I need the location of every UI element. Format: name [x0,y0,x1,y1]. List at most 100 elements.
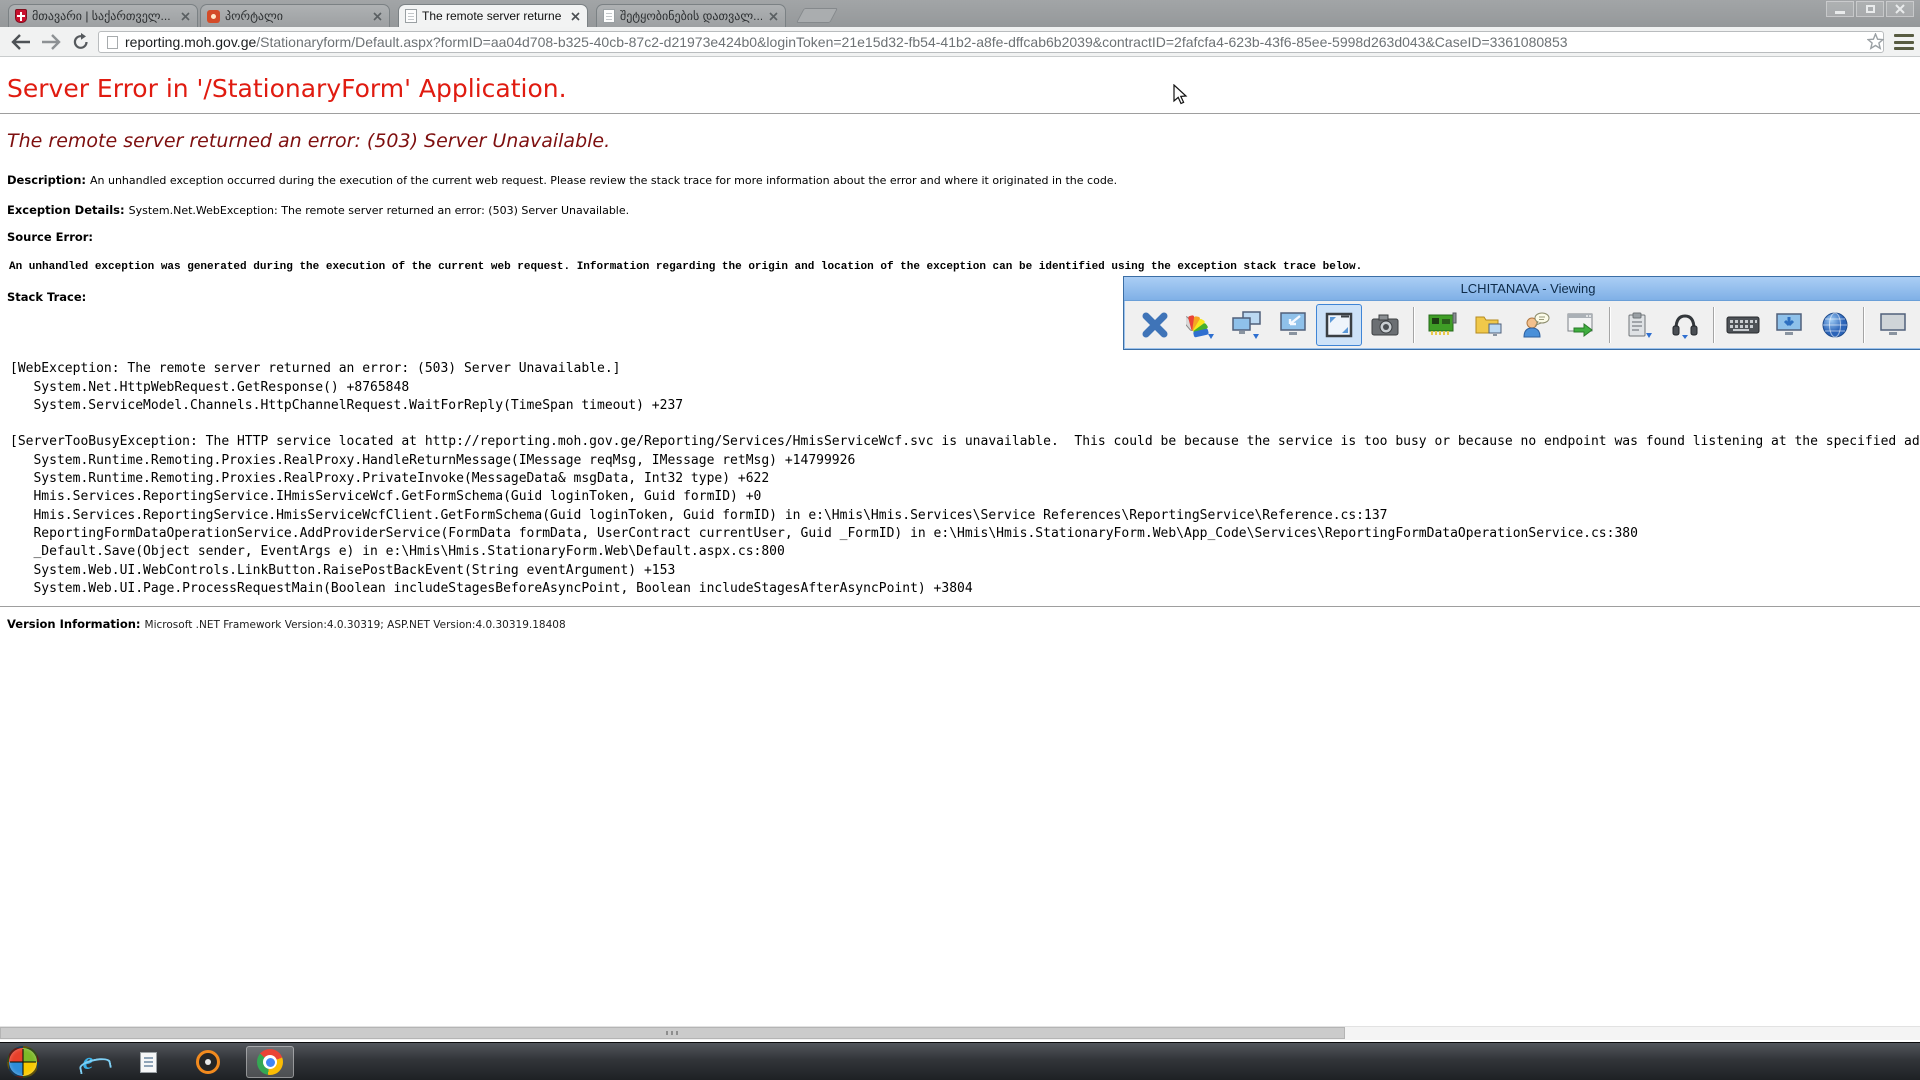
minimize-button[interactable] [1826,1,1854,17]
reload-icon [72,33,90,51]
taskbar-ie-button[interactable]: e [64,1046,112,1078]
bookmark-star-button[interactable] [1867,33,1884,55]
audio-button[interactable] [1662,304,1708,346]
toolbar-separator [1713,307,1715,343]
window-transfer-button[interactable] [1558,304,1604,346]
error-page: Server Error in '/StationaryForm' Applic… [0,57,1920,1026]
tab-error-active[interactable]: The remote server returne [398,4,588,27]
toolbar-separator [1609,307,1611,343]
maximize-button[interactable] [1856,1,1884,17]
close-window-button[interactable] [1886,1,1914,17]
url-bar[interactable]: reporting.moh.gov.ge/Stationaryform/Defa… [98,31,1884,53]
tab-label: The remote server returne [422,9,564,23]
new-tab-button[interactable] [796,8,838,23]
keyboard-button[interactable] [1720,304,1766,346]
edge-partial-button[interactable] [1870,304,1916,346]
stack-trace-label: Stack Trace: [7,290,86,304]
close-icon [1895,4,1905,14]
divider [0,606,1920,607]
media-app-icon [196,1050,220,1074]
disconnect-button[interactable] [1132,304,1178,346]
tab-close-icon[interactable] [569,10,581,22]
error-subtitle: The remote server returned an error: (50… [7,130,610,152]
mouse-cursor [1172,84,1192,111]
file-transfer-button[interactable] [1466,304,1512,346]
window-controls [1826,1,1914,17]
remote-viewer-toolbar: LCHITANAVA - Viewing [1123,276,1920,350]
portal-icon [207,10,220,23]
tab-close-icon[interactable] [371,10,383,22]
globe-icon [1821,311,1849,339]
screenshot-button[interactable] [1362,304,1408,346]
fullscreen-icon [1325,312,1353,338]
taskbar-media-button[interactable] [184,1046,232,1078]
viewer-titlebar[interactable]: LCHITANAVA - Viewing [1124,277,1920,301]
chrome-icon [257,1049,283,1075]
source-error-label: Source Error: [7,230,93,244]
color-fan-icon [1186,310,1216,340]
version-information: Version Information: Microsoft .NET Fram… [7,617,566,631]
url-host: reporting.moh.gov.ge [125,34,256,50]
document-icon [140,1052,157,1073]
page-icon [107,36,118,49]
viewer-title: LCHITANAVA - Viewing [1461,281,1596,296]
hardware-button[interactable] [1420,304,1466,346]
blank-page-icon [603,9,615,23]
stack-trace: [WebException: The remote server returne… [10,342,1920,598]
camera-icon [1370,311,1400,339]
source-error-text: An unhandled exception was generated dur… [9,261,1362,273]
back-icon [11,34,31,50]
taskbar-chrome-button[interactable] [246,1046,294,1078]
tab-close-icon[interactable] [767,10,779,22]
headset-icon [1670,311,1700,339]
viewer-toolbar-row [1124,301,1920,349]
scrollbar-grip [666,1031,678,1035]
taskbar: e EN [0,1042,1920,1080]
chat-button[interactable] [1512,304,1558,346]
monitors-icon [1231,310,1263,340]
desktop: მთავარი | საქართველ... პორტალი The remot… [0,0,1920,1080]
send-input-button[interactable] [1766,304,1812,346]
clipboard-icon [1625,311,1653,339]
partial-monitor-icon [1878,311,1908,339]
toolbar-separator [1863,307,1865,343]
tab-close-icon[interactable] [179,10,191,22]
reload-button[interactable] [70,31,92,53]
divider [0,113,1920,114]
url-path: /Stationaryform/Default.aspx?formID=aa04… [256,34,1567,50]
minimize-icon [1835,11,1845,14]
tab-portal[interactable]: პორტალი [200,4,390,27]
circuit-board-icon [1427,311,1459,339]
browser-navbar: reporting.moh.gov.ge/Stationaryform/Defa… [0,27,1920,57]
tab-label: მთავარი | საქართველ... [32,9,174,23]
tab-notifications[interactable]: შეტყობინების დათვალ... [596,4,786,27]
forward-icon [41,34,61,50]
start-button[interactable] [7,1046,39,1078]
error-title: Server Error in '/StationaryForm' Applic… [7,74,567,103]
web-button[interactable] [1812,304,1858,346]
clipboard-button[interactable] [1616,304,1662,346]
monitor-select-button[interactable] [1224,304,1270,346]
taskbar-document-button[interactable] [124,1046,172,1078]
back-button[interactable] [10,31,32,53]
window-arrow-icon [1566,311,1596,339]
description-line: Description: An unhandled exception occu… [7,173,1117,187]
toolbar-separator [1413,307,1415,343]
blank-page-icon [405,9,417,23]
keyboard-icon [1726,313,1760,337]
fullscreen-button[interactable] [1316,304,1362,346]
color-quality-button[interactable] [1178,304,1224,346]
monitor-down-arrow-icon [1774,311,1804,339]
browser-tab-strip: მთავარი | საქართველ... პორტალი The remot… [0,0,1920,27]
chat-person-icon [1520,311,1550,339]
star-icon [1867,33,1884,50]
georgia-crest-icon [15,9,27,23]
forward-button[interactable] [40,31,62,53]
close-x-icon [1142,312,1168,338]
folder-transfer-icon [1474,311,1504,339]
scale-button[interactable] [1270,304,1316,346]
maximize-icon [1866,5,1875,13]
browser-menu-button[interactable] [1894,34,1914,50]
tab-home[interactable]: მთავარი | საქართველ... [8,4,198,27]
tab-label: შეტყობინების დათვალ... [620,9,762,23]
